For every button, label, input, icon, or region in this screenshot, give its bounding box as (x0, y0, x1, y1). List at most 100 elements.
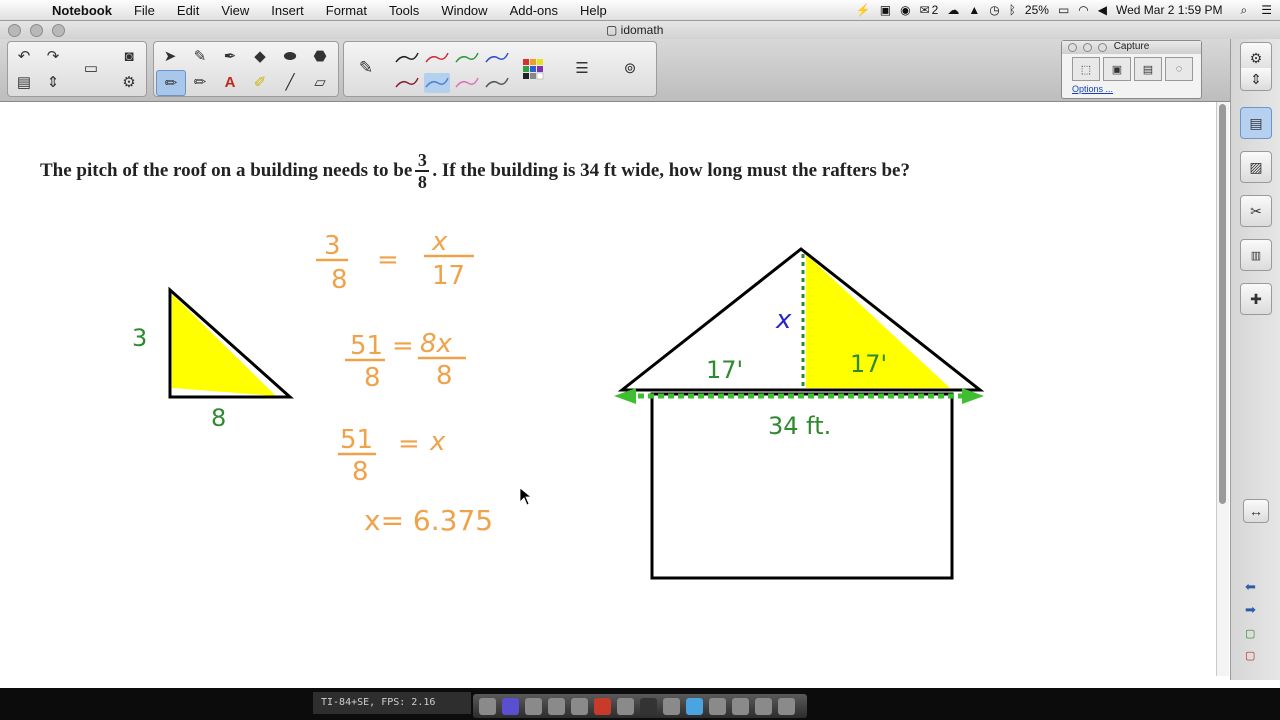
dock-app-icon[interactable] (502, 697, 519, 715)
attachments-paperclip-icon[interactable]: ✂ (1240, 195, 1272, 227)
sidebar-toggle-side-icon[interactable]: ↔ (1243, 499, 1269, 523)
dock-red-app-icon[interactable] (594, 697, 611, 715)
dock-trash-icon[interactable] (778, 697, 795, 715)
presentation-icon[interactable]: ▤ (10, 70, 38, 94)
ratio-triangle[interactable] (168, 286, 294, 399)
notebook-page[interactable]: The pitch of the roof on a building need… (0, 102, 1217, 676)
pen-blue-icon[interactable]: ✏ (156, 70, 186, 96)
display-screen-icon[interactable]: ▭ (77, 56, 105, 80)
tools-gear-icon[interactable]: ⚙ (115, 70, 143, 94)
battery-icon[interactable]: ▭ (1058, 3, 1069, 17)
line-style-blue-icon[interactable] (484, 48, 510, 68)
menu-addons[interactable]: Add-ons (510, 3, 558, 18)
mail-icon[interactable]: ✉ (920, 3, 930, 17)
delete-page-icon[interactable]: ▢ (1245, 649, 1255, 662)
dock-folder-3-icon[interactable] (755, 697, 772, 715)
menu-help[interactable]: Help (580, 3, 607, 18)
color-palette-icon[interactable] (522, 58, 544, 80)
properties-icon[interactable]: ▥ (1240, 239, 1272, 271)
magic-eraser-icon[interactable]: ⬬ (276, 44, 304, 68)
dock-messages-icon[interactable] (686, 697, 703, 715)
shapes-icon[interactable]: ◆ (246, 44, 274, 68)
list-menu-icon[interactable]: ☰ (1261, 3, 1272, 17)
dock-preview-icon[interactable] (525, 697, 542, 715)
capture-window-icon[interactable]: ▣ (1103, 57, 1131, 81)
dock-mail-icon[interactable] (571, 697, 588, 715)
volume-icon[interactable]: ◀ (1098, 3, 1107, 17)
capture-screen-icon[interactable]: ▤ (1134, 57, 1162, 81)
bolt-icon[interactable]: ⚡ (856, 3, 871, 17)
redo-icon[interactable]: ↷ (39, 44, 67, 68)
addons-puzzle-icon[interactable]: ✚ (1240, 283, 1272, 315)
menu-format[interactable]: Format (326, 3, 367, 18)
transparency-icon[interactable]: ⊚ (616, 56, 644, 80)
zoom-window-icon[interactable] (52, 24, 65, 37)
menu-view[interactable]: View (221, 3, 249, 18)
wifi-icon[interactable]: ◠ (1078, 3, 1088, 17)
creative-pen-icon[interactable]: ✒ (216, 44, 244, 68)
line-width-icon[interactable]: ☰ (568, 56, 596, 80)
menu-tools[interactable]: Tools (389, 3, 419, 18)
line-style-pink-icon[interactable] (454, 73, 480, 93)
next-page-arrow-icon[interactable]: ➡ (1245, 602, 1256, 618)
dock-calendar-icon[interactable] (617, 697, 634, 715)
ink-layer: 3 8 3 8 = x 17 51 8 = 8x 8 51 8 = x x= 6… (132, 227, 985, 580)
fill-bucket-icon[interactable]: ⬣ (306, 44, 334, 68)
capture-area-icon[interactable]: ⬚ (1072, 57, 1100, 81)
mail-count: 2 (931, 3, 939, 17)
page-layout-icon[interactable]: ⇕ (39, 70, 67, 94)
eq3-num-left: 51 (340, 425, 373, 455)
line-style-gray-icon[interactable] (484, 73, 510, 93)
dock-document-icon[interactable] (709, 697, 726, 715)
add-page-icon[interactable]: ▢ (1245, 627, 1255, 640)
undo-icon[interactable]: ↶ (10, 44, 38, 68)
vertical-scrollbar[interactable] (1217, 102, 1229, 676)
line-style-black-icon[interactable] (394, 48, 420, 68)
scrollbar-thumb[interactable] (1219, 104, 1226, 504)
menu-app-name[interactable]: Notebook (52, 3, 112, 18)
spotlight-search-icon[interactable]: ⌕ (1241, 3, 1248, 18)
pen-tool-icon[interactable]: ✎ (186, 44, 214, 68)
record-icon[interactable]: ◉ (900, 3, 910, 17)
text-tool-icon[interactable]: A (216, 70, 244, 94)
menu-edit[interactable]: Edit (177, 3, 199, 18)
line-style-lightblue-icon[interactable] (424, 73, 450, 93)
equation-1: 3 8 = x 17 (316, 227, 474, 295)
capture-options-link[interactable]: Options ... (1072, 84, 1113, 94)
line-style-red-icon[interactable] (424, 48, 450, 68)
sidebar-move-icon[interactable]: ⇕ (1240, 68, 1272, 91)
close-window-icon[interactable] (8, 24, 21, 37)
battery-percent[interactable]: 25% (1025, 3, 1049, 17)
menu-file[interactable]: File (134, 3, 155, 18)
page-sorter-icon[interactable]: ▤ (1240, 107, 1272, 139)
camera-icon[interactable]: ◙ (115, 44, 143, 68)
line-tool-icon[interactable]: ╱ (276, 70, 304, 94)
clock-icon[interactable]: ◷ (989, 3, 999, 17)
dock-finder-icon[interactable] (479, 697, 496, 715)
highlighter-icon[interactable]: ✐ (246, 70, 274, 94)
line-style-green-icon[interactable] (454, 48, 480, 68)
dock-settings-icon[interactable] (548, 697, 565, 715)
capture-freehand-icon[interactable]: ◌ (1165, 57, 1193, 81)
menu-insert[interactable]: Insert (271, 3, 304, 18)
dock-folder-2-icon[interactable] (732, 697, 749, 715)
dock-folder-icon[interactable] (663, 697, 680, 715)
minimize-window-icon[interactable] (30, 24, 43, 37)
bluetooth-icon[interactable]: ᛒ (1009, 3, 1016, 17)
dock-terminal-icon[interactable] (640, 697, 657, 715)
gallery-icon[interactable]: ▨ (1240, 151, 1272, 183)
capture-minimize-icon[interactable] (1083, 43, 1092, 52)
clock-text[interactable]: Wed Mar 2 1:59 PM (1116, 3, 1223, 17)
capture-close-icon[interactable] (1068, 43, 1077, 52)
properties-pen-icon[interactable]: ✎ (352, 56, 380, 80)
capture-zoom-icon[interactable] (1098, 43, 1107, 52)
previous-page-arrow-icon[interactable]: ⬅ (1245, 579, 1256, 595)
screen-icon[interactable]: ▣ (880, 3, 891, 17)
select-arrow-icon[interactable]: ➤ (156, 44, 184, 68)
triangle-alert-icon[interactable]: ▲ (968, 3, 980, 17)
cloud-icon[interactable]: ☁ (947, 3, 959, 17)
line-style-darkred-icon[interactable] (394, 73, 420, 93)
menu-window[interactable]: Window (441, 3, 487, 18)
eraser-icon[interactable]: ▱ (306, 70, 334, 94)
pen-green-icon[interactable]: ✏ (186, 70, 214, 94)
